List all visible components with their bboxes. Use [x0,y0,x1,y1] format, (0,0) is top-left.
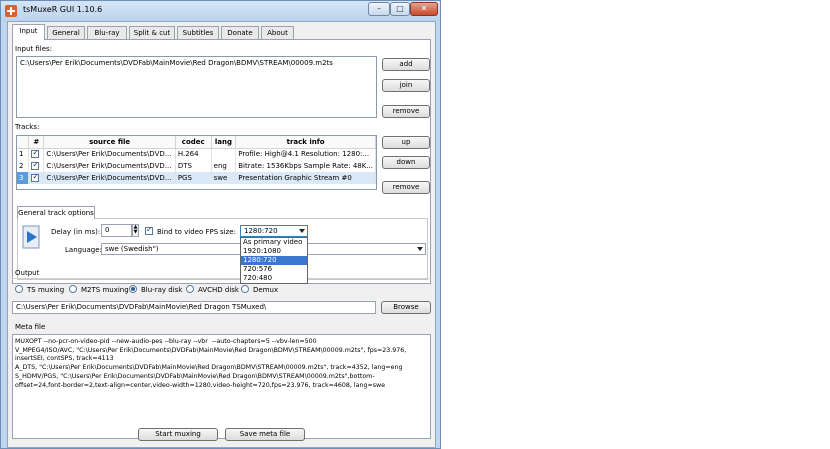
table-row[interactable]: 3 C:\Users\Per Erik\Documents\DVD... PGS… [17,172,376,184]
minimize-button[interactable]: – [368,2,390,16]
meta-file-label: Meta file [15,323,46,331]
tab-donate[interactable]: Donate [221,26,259,39]
output-path-input[interactable]: C:\Users\Per Erik\Documents\DVDFab\MainM… [12,301,376,314]
blu-ray-disk-label: Blu-ray disk [141,286,183,294]
output-label: Output [15,269,40,277]
bind-fps-label: Bind to video FPS [157,228,219,236]
output-divider [12,278,431,279]
row-info: Profile: High@4.1 Resolution: 1280:... [235,148,376,160]
avchd-disk-radio[interactable] [186,285,194,293]
tab-subtitles[interactable]: Subtitles [177,26,219,39]
language-label: Language: [65,246,102,254]
down-button[interactable]: down [382,156,430,169]
tab-general[interactable]: General [47,26,85,39]
start-muxing-button[interactable]: Start muxing [138,428,218,441]
delay-stepper[interactable]: ▲ ▼ [132,224,139,237]
row-source: C:\Users\Per Erik\Documents\DVD... [43,172,176,184]
tracks-label: Tracks: [15,123,40,131]
size-select-value: 1280:720 [244,227,278,235]
col-header-source[interactable]: source file [43,136,176,149]
ts-muxing-label: TS muxing [27,286,65,294]
chevron-down-icon [417,247,423,251]
track-enabled-checkbox[interactable] [31,160,40,170]
size-option[interactable]: 1920:1080 [241,247,307,256]
row-source: C:\Users\Per Erik\Documents\DVD... [43,148,176,160]
up-button[interactable]: up [382,136,430,149]
tab-blu-ray[interactable]: Blu-ray [87,26,127,39]
m2ts-muxing-radio[interactable] [69,285,77,293]
bind-fps-checkbox[interactable] [145,225,153,235]
row-lang: eng [211,160,237,172]
ts-muxing-radio[interactable] [15,285,23,293]
track-enabled-checkbox[interactable] [31,172,40,182]
avchd-disk-label: AVCHD disk [198,286,239,294]
remove-track-button[interactable]: remove [382,181,430,194]
row-codec: H.264 [175,148,212,160]
size-dropdown-list: As primary video 1920:1080 1280:720 720:… [240,237,308,284]
row-check-cell [28,172,45,184]
app-icon [5,5,17,17]
demux-label: Demux [253,286,279,294]
input-files-list[interactable]: C:\Users\Per Erik\Documents\DVDFab\MainM… [16,56,377,118]
join-button[interactable]: join [382,79,430,92]
meta-file-textarea[interactable]: MUXOPT --no-pcr-on-video-pid --new-audio… [12,334,431,439]
tab-split-cut[interactable]: Split & cut [129,26,175,39]
input-file-item[interactable]: C:\Users\Per Erik\Documents\DVDFab\MainM… [20,59,333,67]
col-header-num[interactable]: # [28,136,45,149]
client-area: Input General Blu-ray Split & cut Subtit… [7,21,436,448]
delay-label: Delay (in ms): [51,228,101,236]
demux-radio[interactable] [241,285,249,293]
add-button[interactable]: add [382,58,430,71]
col-header-lang[interactable]: lang [211,136,237,149]
col-header-codec[interactable]: codec [175,136,212,149]
save-meta-file-button[interactable]: Save meta file [225,428,305,441]
m2ts-muxing-label: M2TS muxing [81,286,129,294]
size-option-selected[interactable]: 1280:720 [241,256,307,265]
row-source: C:\Users\Per Erik\Documents\DVD... [43,160,176,172]
remove-file-button[interactable]: remove [382,105,430,118]
row-codec: PGS [175,172,212,184]
col-header-blank [17,136,30,149]
input-files-label: Input files: [15,45,53,53]
row-check-cell [28,148,45,160]
browse-button[interactable]: Browse [381,301,431,314]
tracks-header: # source file codec lang track info [17,136,376,149]
col-header-info[interactable]: track info [235,136,376,149]
row-check-cell [28,160,45,172]
maximize-button[interactable]: □ [390,2,410,16]
app-window: tsMuxeR GUI 1.10.6 – □ ✕ Input General B… [0,0,441,449]
track-options-panel: Delay (in ms): 0 ▲▼ Bind to video FPS si… [17,218,428,284]
size-option[interactable]: 720:480 [241,274,307,283]
row-number: 2 [17,160,30,172]
table-row[interactable]: 1 C:\Users\Per Erik\Documents\DVD... H.2… [17,148,376,160]
row-lang: swe [211,172,237,184]
size-option[interactable]: As primary video [241,238,307,247]
row-info: Bitrate: 1536Kbps Sample Rate: 48K... [235,160,376,172]
size-option[interactable]: 720:576 [241,265,307,274]
video-track-icon [22,225,40,249]
row-number: 3 [17,172,30,184]
input-tab-panel: Input files: C:\Users\Per Erik\Documents… [12,39,431,284]
row-lang [211,148,237,160]
close-button[interactable]: ✕ [410,2,438,16]
table-row[interactable]: 2 C:\Users\Per Erik\Documents\DVD... DTS… [17,160,376,172]
size-label: size: [220,228,236,236]
language-select-value: swe (Swedish") [105,245,159,253]
tab-input[interactable]: Input [12,24,45,40]
delay-input[interactable]: 0 [101,224,132,237]
blu-ray-disk-radio[interactable] [129,285,137,293]
title-bar[interactable]: tsMuxeR GUI 1.10.6 – □ ✕ [1,1,440,21]
size-select[interactable]: 1280:720 [240,225,308,237]
track-enabled-checkbox[interactable] [31,148,40,159]
tab-general-track-options[interactable]: General track options [17,206,95,219]
row-number: 1 [17,148,30,160]
row-info: Presentation Graphic Stream #0 [235,172,376,184]
tracks-table[interactable]: # source file codec lang track info 1 C:… [16,135,377,190]
tab-about[interactable]: About [261,26,294,39]
window-title: tsMuxeR GUI 1.10.6 [23,5,103,14]
chevron-down-icon [299,229,305,233]
row-codec: DTS [175,160,212,172]
